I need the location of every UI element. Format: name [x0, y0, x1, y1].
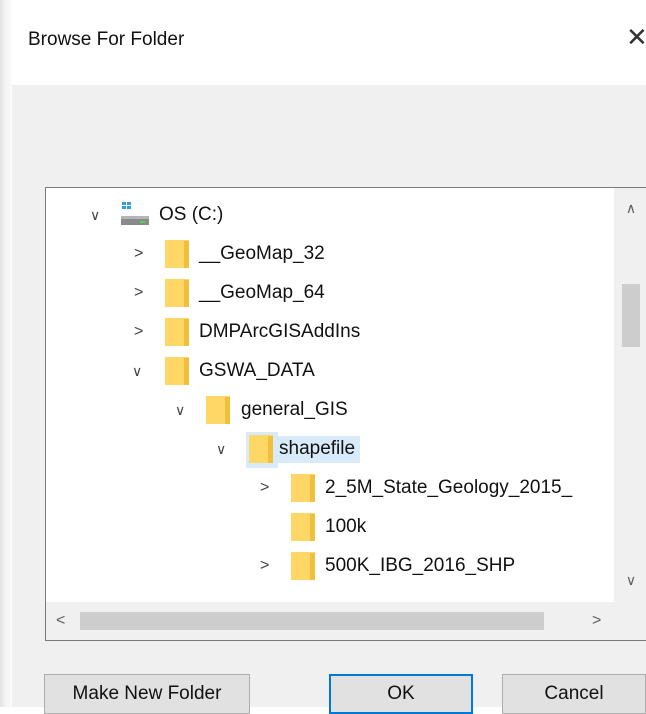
tree-item-folder-selected[interactable]: ∨ shapefile [46, 431, 614, 468]
title-bar: Browse For Folder ✕ [12, 0, 646, 85]
folder-icon [291, 513, 315, 541]
tree-item-label: OS (C:) [159, 203, 224, 225]
folder-icon [249, 435, 273, 463]
horizontal-scrollbar[interactable]: < > [46, 602, 614, 640]
collapse-chevron-icon[interactable]: ∨ [175, 403, 185, 417]
tree-item-folder[interactable]: > __GeoMap_32 [46, 236, 614, 272]
folder-icon [206, 396, 230, 424]
tree-item-folder[interactable]: ∨ GSWA_DATA [46, 353, 614, 389]
expand-chevron-icon[interactable]: > [260, 480, 269, 496]
folder-icon [291, 552, 315, 580]
expand-chevron-icon[interactable]: > [134, 246, 143, 262]
folder-icon [291, 474, 315, 502]
tree-item-folder[interactable]: > 2_5M_State_Geology_2015_ [46, 470, 614, 506]
scrollbar-corner [614, 602, 646, 640]
scroll-up-icon[interactable]: ∧ [614, 200, 646, 217]
vertical-scrollbar[interactable]: ∧ ∨ [614, 188, 646, 602]
tree-item-label: shapefile [274, 435, 361, 463]
collapse-chevron-icon[interactable]: ∨ [90, 208, 100, 222]
expand-chevron-icon[interactable]: > [134, 285, 143, 301]
tree-item-label: 2_5M_State_Geology_2015_ [325, 476, 573, 498]
tree-item-label: GSWA_DATA [199, 359, 315, 381]
tree-item-folder[interactable]: ∨ general_GIS [46, 392, 614, 428]
tree-item-label: general_GIS [241, 398, 348, 420]
make-new-folder-button[interactable]: Make New Folder [44, 674, 250, 714]
collapse-chevron-icon[interactable]: ∨ [132, 364, 142, 378]
vertical-scroll-thumb[interactable] [622, 284, 640, 347]
close-icon[interactable]: ✕ [626, 24, 646, 50]
tree-item-label: __GeoMap_64 [199, 281, 325, 303]
expand-chevron-icon[interactable]: > [134, 324, 143, 340]
folder-tree: ∨ OS (C:) > __GeoMap_32 > __GeoMap_64 > … [45, 187, 646, 641]
dialog-title: Browse For Folder [28, 29, 185, 50]
tree-item-label: 500K_IBG_2016_SHP [325, 554, 516, 576]
tree-item-folder[interactable]: 100k [46, 509, 614, 545]
horizontal-scroll-thumb[interactable] [80, 612, 544, 630]
folder-icon [165, 318, 189, 346]
scroll-left-icon[interactable]: < [56, 612, 65, 630]
tree-view: ∨ OS (C:) > __GeoMap_32 > __GeoMap_64 > … [46, 188, 614, 602]
scroll-right-icon[interactable]: > [592, 612, 601, 630]
tree-item-label: 100k [325, 515, 367, 537]
tree-item-folder[interactable]: > DMPArcGISAddIns [46, 314, 614, 350]
collapse-chevron-icon[interactable]: ∨ [216, 442, 226, 456]
expand-chevron-icon[interactable]: > [260, 558, 269, 574]
folder-icon [165, 279, 189, 307]
folder-icon [165, 240, 189, 268]
tree-item-folder[interactable]: > __GeoMap_64 [46, 275, 614, 311]
tree-item-label: DMPArcGISAddIns [199, 320, 361, 342]
browse-folder-dialog: Browse For Folder ✕ ∨ OS (C:) > __GeoMap… [12, 0, 646, 714]
tree-item-label: __GeoMap_32 [199, 242, 325, 264]
tree-item-drive[interactable]: ∨ OS (C:) [46, 197, 614, 233]
scroll-down-icon[interactable]: ∨ [614, 572, 646, 589]
tree-item-folder[interactable]: > 500K_IBG_2016_SHP [46, 548, 614, 584]
drive-icon [121, 202, 149, 225]
folder-icon [165, 357, 189, 385]
ok-button[interactable]: OK [329, 674, 473, 714]
cancel-button[interactable]: Cancel [502, 674, 646, 714]
